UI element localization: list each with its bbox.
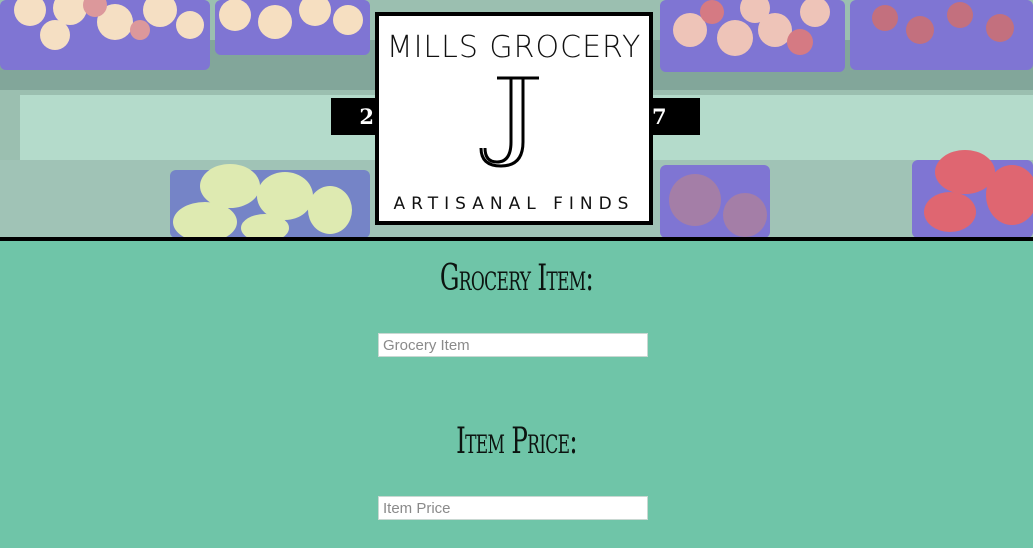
store-logo: MILLS GROCERY ARTISANAL FINDS <box>375 12 653 225</box>
header-divider <box>0 237 1033 241</box>
hero-banner: 20 17 MILLS GROCERY ARTISANAL FINDS <box>0 0 1033 238</box>
logo-subtitle: ARTISANAL FINDS <box>393 194 635 214</box>
item-price-label: Item Price: <box>456 421 577 462</box>
item-price-input[interactable] <box>378 496 648 520</box>
logo-title: MILLS GROCERY <box>386 30 642 65</box>
grocery-item-input[interactable] <box>378 333 648 357</box>
grocery-item-label: Grocery Item: <box>439 258 594 299</box>
monogram-j-icon <box>479 76 539 168</box>
